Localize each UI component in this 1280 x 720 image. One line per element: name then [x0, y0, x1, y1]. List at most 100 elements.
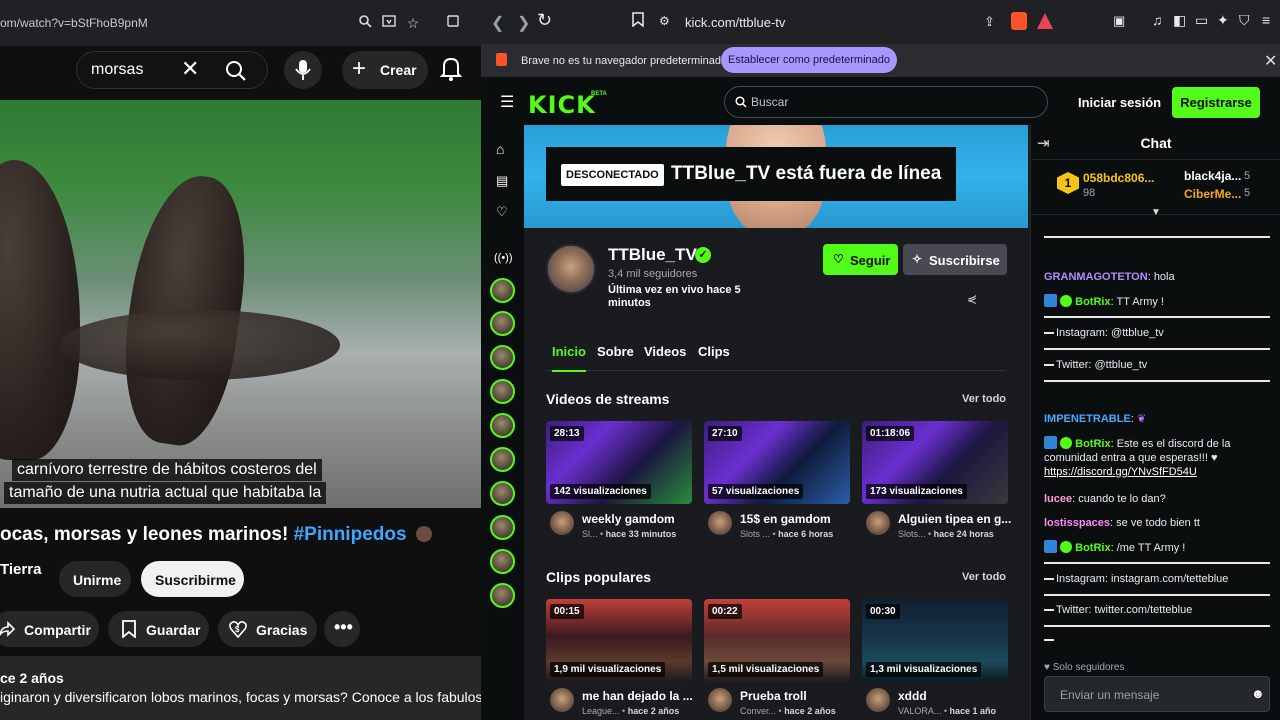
tab-clips[interactable]: Clips — [698, 344, 730, 359]
clip-thumbnail[interactable]: 00:22 1,5 mil visualizaciones — [704, 599, 850, 682]
menu-icon[interactable]: ≡ — [1262, 12, 1270, 28]
brave-logo-icon — [496, 53, 507, 66]
zoom-icon[interactable] — [356, 14, 374, 32]
more-actions-button[interactable]: ••• — [324, 611, 360, 647]
clips-see-all-link[interactable]: Ver todo — [962, 571, 1006, 583]
clips-section-title: Clips populares — [546, 569, 652, 585]
sidebar-channel-avatar[interactable] — [490, 481, 515, 506]
channel-name[interactable]: TTBlue_TV — [608, 245, 697, 265]
stream-title[interactable]: weekly gamdom — [582, 512, 698, 526]
clear-icon[interactable]: ✕ — [181, 56, 199, 82]
home-icon[interactable]: ⌂ — [496, 141, 504, 157]
video-player[interactable]: carnívoro terrestre de hábitos costeros … — [0, 100, 481, 508]
duration-badge: 01:18:06 — [866, 426, 915, 441]
stream-thumbnail[interactable]: 01:18:06 173 visualizaciones — [862, 421, 1008, 504]
brave-rewards-icon[interactable] — [1037, 13, 1053, 29]
join-button[interactable]: Unirme — [59, 561, 131, 597]
bookmark-page-icon[interactable] — [632, 12, 644, 32]
sidebar-channel-avatar[interactable] — [490, 311, 515, 336]
channel-name[interactable]: Tierra — [0, 561, 41, 578]
create-button[interactable]: + Crear — [342, 51, 428, 89]
extensions-icon[interactable] — [444, 14, 462, 32]
clip-title[interactable]: me han dejado la ... — [582, 689, 698, 703]
leader-name[interactable]: 058bdc806... — [1083, 171, 1154, 185]
clip-title[interactable]: xddd — [898, 689, 1014, 703]
sidebar-channel-avatar[interactable] — [490, 515, 515, 540]
reading-list-icon[interactable]: ◧ — [1173, 12, 1186, 29]
save-button[interactable]: Guardar — [108, 611, 209, 647]
subscribe-button[interactable]: ✧ Suscribirse — [903, 244, 1007, 275]
sidebar-channel-avatar[interactable] — [490, 447, 515, 472]
set-default-button[interactable]: Establecer como predeterminado — [721, 47, 897, 73]
expand-leaderboard-icon[interactable]: ▼ — [1151, 207, 1161, 218]
media-icon[interactable]: ♫ — [1152, 12, 1163, 28]
following-heart-icon[interactable]: ♡ — [496, 204, 508, 220]
back-icon[interactable]: ❮ — [491, 13, 504, 33]
subscribe-button[interactable]: Suscribirme — [141, 561, 244, 597]
leader-name[interactable]: black4ja... — [1184, 169, 1241, 183]
hashtag-link[interactable]: #Pinnipedos — [294, 524, 407, 545]
stream-channel-avatar[interactable] — [866, 511, 890, 535]
clip-channel-avatar[interactable] — [708, 688, 732, 712]
yt-search-box[interactable]: morsas ✕ — [76, 51, 268, 89]
thanks-button[interactable]: $ Gracias — [218, 611, 317, 647]
streams-see-all-link[interactable]: Ver todo — [962, 393, 1006, 405]
stream-title[interactable]: Alguien tipea en g... — [898, 512, 1014, 526]
clip-channel-avatar[interactable] — [866, 688, 890, 712]
channel-avatar[interactable] — [546, 244, 596, 294]
yt-url-text[interactable]: om/watch?v=bStFhoB9pnM — [0, 16, 148, 30]
stream-channel-avatar[interactable] — [550, 511, 574, 535]
emoji-picker-icon[interactable]: ☻ — [1251, 686, 1265, 701]
sidebar-channel-avatar[interactable] — [490, 345, 515, 370]
share-page-icon[interactable]: ⇪ — [984, 14, 995, 30]
chat-message-input[interactable]: Enviar un mensaje ☻ — [1044, 676, 1270, 712]
clip-thumbnail[interactable]: 00:15 1,9 mil visualizaciones — [546, 599, 692, 682]
tab-sobre[interactable]: Sobre — [597, 344, 634, 359]
kick-search-input[interactable]: Buscar — [751, 95, 788, 109]
stream-title[interactable]: 15$ en gamdom — [740, 512, 856, 526]
wallet-icon[interactable]: ▭ — [1195, 12, 1208, 29]
stream-thumbnail[interactable]: 27:10 57 visualizaciones — [704, 421, 850, 504]
tab-inicio[interactable]: Inicio — [552, 344, 586, 372]
leo-ai-icon[interactable]: ✦ — [1217, 12, 1229, 29]
close-infobar-icon[interactable]: ✕ — [1264, 51, 1277, 71]
browse-icon[interactable]: ▤ — [496, 173, 508, 189]
sidebar-channel-avatar[interactable] — [490, 379, 515, 404]
brave-shields-icon[interactable] — [1011, 12, 1027, 30]
voice-search-button[interactable] — [284, 51, 322, 89]
sidebar-icon[interactable]: ▣ — [1113, 13, 1125, 29]
description-box[interactable]: ce 2 años iginaron y diversificaron lobo… — [0, 656, 481, 720]
kick-logo[interactable]: KICK — [528, 91, 596, 119]
reload-icon[interactable]: ↻ — [537, 10, 552, 31]
stream-thumbnail[interactable]: 28:13 142 visualizaciones — [546, 421, 692, 504]
sidebar-channel-avatar[interactable] — [490, 549, 515, 574]
sidebar-channel-avatar[interactable] — [490, 278, 515, 303]
clip-title[interactable]: Prueba troll — [740, 689, 856, 703]
share-channel-icon[interactable]: ⋞ — [967, 292, 977, 306]
follow-button[interactable]: ♡ Seguir — [823, 244, 898, 275]
sidebar-channel-avatar[interactable] — [490, 583, 515, 608]
sidebar-channel-avatar[interactable] — [490, 413, 515, 438]
video-seal-left — [0, 160, 80, 460]
kick-search-box[interactable]: Buscar — [724, 86, 1048, 118]
site-settings-icon[interactable]: ⚙ — [659, 14, 670, 28]
forward-icon[interactable]: ❯ — [517, 13, 530, 33]
vpn-icon[interactable]: ⛉ — [1239, 12, 1250, 29]
last-live-text: Última vez en vivo hace 5 minutos — [608, 284, 741, 309]
register-button[interactable]: Registrarse — [1172, 87, 1260, 118]
address-bar-url[interactable]: kick.com/ttblue-tv — [685, 15, 785, 30]
yt-search-input[interactable]: morsas — [91, 61, 143, 79]
leader-name[interactable]: CiberMe... — [1184, 187, 1241, 201]
clip-thumbnail[interactable]: 00:30 1,3 mil visualizaciones — [862, 599, 1008, 682]
share-button[interactable]: Compartir — [0, 611, 99, 647]
login-button[interactable]: Iniciar sesión — [1078, 95, 1161, 110]
discord-link[interactable]: https://discord.gg/YNvSfFD54U — [1044, 466, 1197, 478]
bookmark-star-icon[interactable]: ☆ — [404, 14, 422, 32]
clip-channel-avatar[interactable] — [550, 688, 574, 712]
stream-channel-avatar[interactable] — [708, 511, 732, 535]
hamburger-menu-icon[interactable]: ☰ — [500, 92, 514, 112]
install-icon[interactable] — [380, 14, 398, 32]
search-icon[interactable] — [225, 60, 247, 87]
notifications-bell-icon[interactable] — [439, 56, 463, 87]
tab-videos[interactable]: Videos — [644, 344, 686, 359]
